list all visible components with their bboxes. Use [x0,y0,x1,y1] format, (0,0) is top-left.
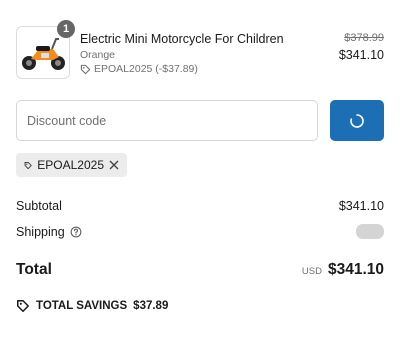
close-icon [109,160,119,170]
shipping-value-loading [356,224,384,239]
item-price: $341.10 [338,48,384,62]
tag-icon [80,64,91,74]
total-amount: USD $341.10 [302,261,384,279]
question-circle-icon[interactable] [70,226,82,238]
item-discount: EPOAL2025 (-$37.89) [80,63,198,75]
savings-value: $37.89 [133,300,169,312]
loading-spinner-icon [350,113,364,128]
original-price: $378.99 [344,32,384,44]
remove-discount-button[interactable] [109,160,119,170]
subtotal-row: Subtotal $341.10 [16,199,384,213]
shipping-row: Shipping [16,224,384,239]
item-discount-text: EPOAL2025 (-$37.89) [94,63,198,75]
line-item: 1 Electric Mini Motorcycle For Children … [16,20,384,80]
applied-discount-code: EPOAL2025 [37,158,104,172]
tag-icon [24,161,32,169]
tag-icon [17,300,29,312]
currency-code: USD [301,266,322,277]
applied-discount-chip: EPOAL2025 [16,153,127,177]
savings-label: TOTAL SAVINGS [36,300,128,312]
apply-discount-button[interactable] [330,100,384,141]
product-name: Electric Mini Motorcycle For Children [80,32,284,46]
total-label: Total [16,261,52,278]
total-value: $341.10 [327,261,384,278]
shipping-label: Shipping [16,225,65,239]
subtotal-label: Subtotal [16,199,62,213]
product-variant: Orange [80,49,116,61]
quantity-badge: 1 [57,20,75,38]
discount-code-input[interactable] [16,100,318,141]
total-savings: TOTAL SAVINGS $37.89 [16,299,168,313]
motorcycle-image [22,38,65,70]
subtotal-value: $341.10 [338,199,384,213]
